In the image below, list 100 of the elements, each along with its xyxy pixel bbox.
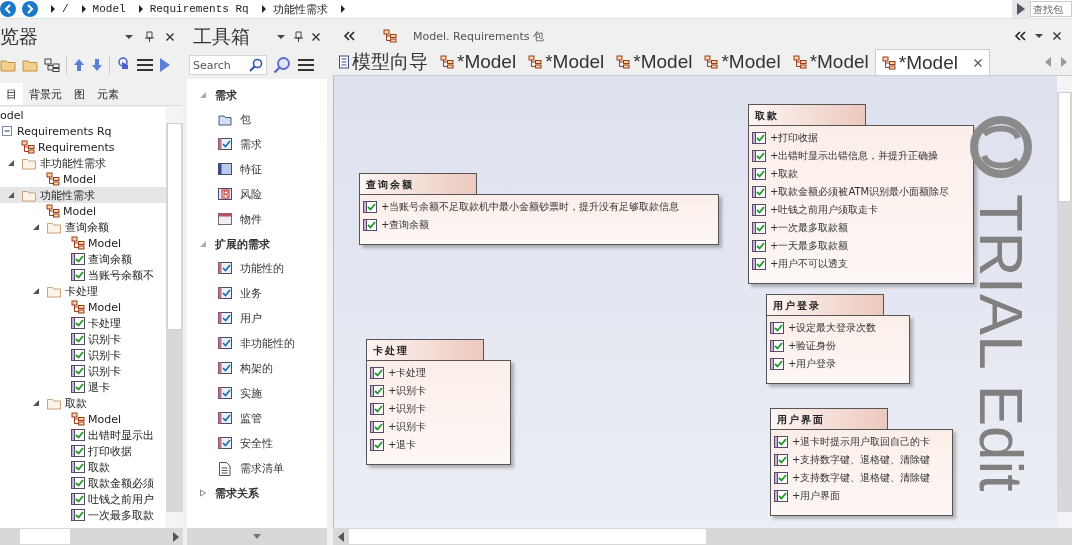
- tree-item[interactable]: 非功能性需求: [0, 155, 166, 171]
- browser-tab[interactable]: 元素: [91, 83, 125, 105]
- triangle-icon[interactable]: [32, 287, 40, 295]
- go-button[interactable]: [1012, 0, 1030, 18]
- menu-icon[interactable]: [297, 58, 315, 72]
- tree-item[interactable]: 取款: [0, 395, 166, 411]
- breadcrumb-link[interactable]: Model: [92, 3, 126, 15]
- tree-item[interactable]: 出错时显示出: [0, 427, 166, 443]
- toolbox-item[interactable]: 用户: [187, 306, 327, 331]
- requirement-icon: [370, 402, 384, 415]
- toolbox-item[interactable]: 构架的: [187, 356, 327, 381]
- toolbox-item[interactable]: 需求: [187, 132, 327, 157]
- diagram-tab[interactable]: 模型向导: [333, 49, 434, 75]
- left-arrow-icon[interactable]: [338, 531, 344, 542]
- scrollbar[interactable]: [333, 528, 1072, 545]
- tree-item[interactable]: Model: [0, 171, 166, 187]
- scrollbar[interactable]: [1057, 76, 1072, 528]
- package-search-field[interactable]: 查找包: [1030, 1, 1072, 17]
- hierarchy-icon[interactable]: [44, 58, 60, 72]
- tree-item[interactable]: Requirements: [0, 139, 166, 155]
- dropdown-icon[interactable]: [124, 33, 134, 41]
- browser-tab[interactable]: 背景元: [23, 83, 68, 105]
- triangle-icon[interactable]: [7, 159, 15, 167]
- diagram-tab[interactable]: *Model: [434, 49, 523, 75]
- down-arrow-icon[interactable]: [91, 58, 103, 72]
- tree-item[interactable]: 卡处理: [0, 315, 166, 331]
- close-icon[interactable]: [311, 32, 321, 42]
- pin-icon[interactable]: [293, 31, 304, 43]
- toolbox-item[interactable]: 业务: [187, 281, 327, 306]
- tree-item[interactable]: 功能性需求: [0, 187, 166, 203]
- chevron-icon[interactable]: [260, 5, 267, 13]
- minus-box-icon[interactable]: [2, 126, 12, 136]
- chevron-icon[interactable]: [50, 5, 56, 13]
- scrollbar[interactable]: [166, 107, 183, 528]
- breadcrumb-link[interactable]: Requirements Rq: [149, 3, 249, 15]
- diagram-tab[interactable]: *Model: [786, 49, 875, 75]
- toolbox-item[interactable]: 实施: [187, 381, 327, 406]
- chevron-icon[interactable]: [137, 5, 144, 13]
- diagram-tab[interactable]: *Model: [522, 49, 611, 75]
- tree-item[interactable]: 吐钱之前用户: [0, 491, 166, 507]
- tree-item[interactable]: Model: [0, 411, 166, 427]
- up-arrow-icon[interactable]: [73, 58, 85, 72]
- browser-tab[interactable]: 目: [0, 83, 23, 105]
- tree-item[interactable]: 识别卡: [0, 347, 166, 363]
- toolbox-section-header[interactable]: 扩展的需求: [187, 232, 327, 256]
- play-icon[interactable]: [160, 58, 170, 72]
- toolbox-item[interactable]: 风险: [187, 182, 327, 207]
- tree-item[interactable]: Model: [0, 203, 166, 219]
- menu-icon[interactable]: [136, 58, 154, 72]
- close-icon[interactable]: [1052, 31, 1062, 41]
- tree-item[interactable]: 取款: [0, 459, 166, 475]
- tree-item[interactable]: 识别卡: [0, 331, 166, 347]
- tree-item[interactable]: 查询余额: [0, 251, 166, 267]
- triangle-icon[interactable]: [32, 223, 40, 231]
- toolbox-section-header[interactable]: 需求关系: [187, 481, 327, 505]
- tree-item[interactable]: 识别卡: [0, 363, 166, 379]
- tree-item[interactable]: odel: [0, 107, 166, 123]
- toolbox-item[interactable]: 包: [187, 107, 327, 132]
- search-field[interactable]: Search: [189, 55, 267, 75]
- tree-item[interactable]: Requirements Rq: [0, 123, 166, 139]
- tree-item[interactable]: 查询余额: [0, 219, 166, 235]
- toolbox-item[interactable]: 物件: [187, 207, 327, 232]
- triangle-icon[interactable]: [7, 191, 15, 199]
- triangle-icon[interactable]: [199, 489, 207, 497]
- tree-item[interactable]: 退卡: [0, 379, 166, 395]
- close-icon[interactable]: [165, 32, 175, 42]
- tree-item[interactable]: Model: [0, 235, 166, 251]
- toolbox-section-header[interactable]: 需求: [187, 83, 327, 107]
- tree-item[interactable]: 卡处理: [0, 283, 166, 299]
- diagram-tab[interactable]: *Model: [610, 49, 699, 75]
- collapse-icon[interactable]: [1014, 31, 1026, 41]
- back-button-icon[interactable]: [0, 1, 16, 17]
- triangle-icon[interactable]: [32, 399, 40, 407]
- collapse-icon[interactable]: [343, 31, 355, 41]
- close-icon[interactable]: [972, 57, 983, 68]
- toolbox-item[interactable]: 功能性的: [187, 256, 327, 281]
- scrollbar[interactable]: [0, 528, 183, 545]
- toolbox-item[interactable]: 需求清单: [187, 456, 327, 481]
- tree-item[interactable]: Model: [0, 299, 166, 315]
- tree-item[interactable]: 当账号余额不: [0, 267, 166, 283]
- pin-icon[interactable]: [144, 31, 155, 43]
- chevron-icon[interactable]: [80, 5, 87, 13]
- toolbox-item[interactable]: 安全性: [187, 431, 327, 456]
- breadcrumb-link[interactable]: 功能性需求: [272, 1, 328, 17]
- tree-item[interactable]: 取款金额必须: [0, 475, 166, 491]
- toolbox-item[interactable]: 特征: [187, 157, 327, 182]
- breadcrumb-link[interactable]: /: [62, 3, 69, 15]
- toolbox-item[interactable]: 非功能性的: [187, 331, 327, 356]
- tree-item[interactable]: 一次最多取款: [0, 507, 166, 523]
- diagram-tab[interactable]: *Model: [698, 49, 787, 75]
- chevron-icon[interactable]: [339, 5, 346, 13]
- diagram-tab[interactable]: *Model: [874, 49, 990, 75]
- dropdown-icon[interactable]: [276, 33, 286, 41]
- toolbox-item[interactable]: 监管: [187, 406, 327, 431]
- tree-item[interactable]: 打印收据: [0, 443, 166, 459]
- dropdown-icon[interactable]: [1034, 32, 1044, 40]
- right-arrow-icon[interactable]: [173, 531, 179, 542]
- forward-button-icon[interactable]: [22, 1, 38, 17]
- browser-tab[interactable]: 图: [68, 83, 91, 105]
- search-icon[interactable]: [273, 56, 291, 74]
